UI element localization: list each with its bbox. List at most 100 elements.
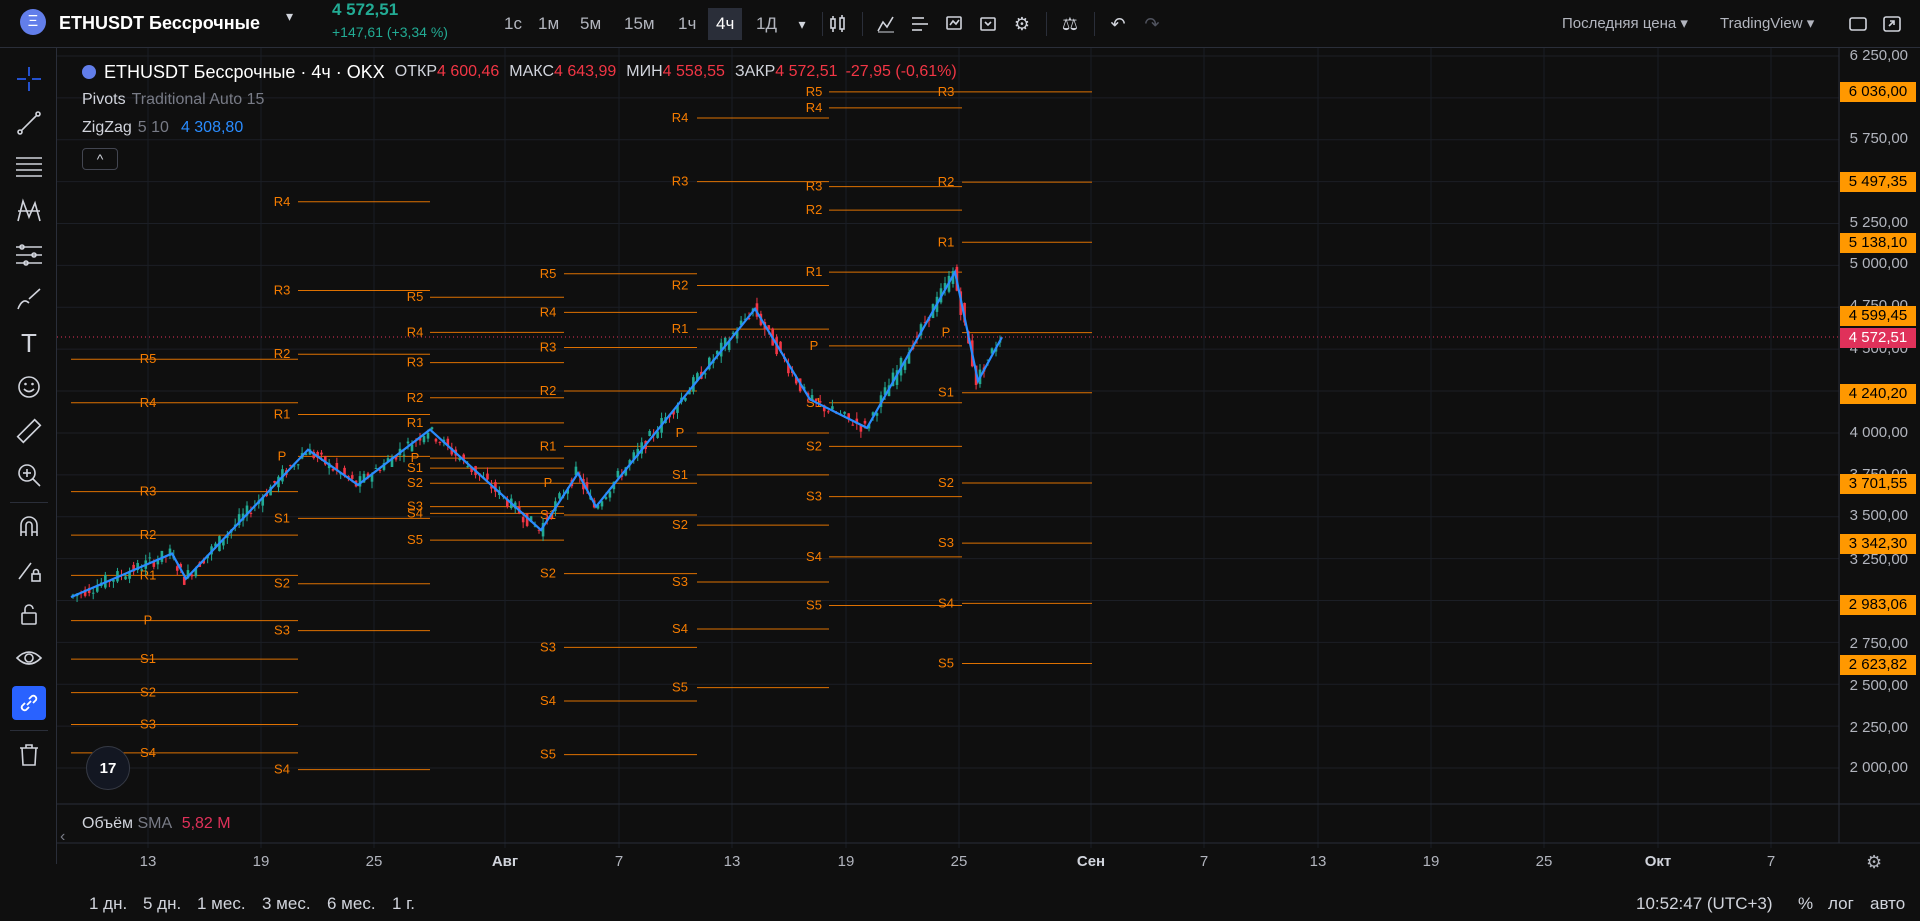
pivot-label-r1: R1	[672, 321, 689, 336]
provider-dropdown[interactable]: TradingView ▾	[1720, 8, 1814, 40]
alert-icon[interactable]	[938, 8, 970, 40]
collapse-toolbar-icon[interactable]: ‹	[60, 828, 65, 846]
pivot-label-s4: S4	[806, 549, 822, 564]
chart-canvas[interactable]: R5R4R3R2R1PS1S2S3S4R4R3R2R1PS1S2S3S4R5R4…	[57, 48, 1920, 864]
link-icon[interactable]	[12, 686, 46, 720]
range-1d[interactable]: 1 дн.	[89, 892, 127, 916]
indicators-icon[interactable]	[870, 8, 902, 40]
pivot-label-r1: R1	[806, 264, 823, 279]
symbol-search-button[interactable]: ETHUSDT Бессрочные	[59, 8, 260, 38]
pivot-label-s1: S1	[672, 467, 688, 482]
forecast-icon[interactable]	[12, 238, 46, 272]
series-title[interactable]: ETHUSDT Бессрочные · 4ч · OKX	[104, 60, 385, 84]
replay-icon[interactable]	[972, 8, 1004, 40]
candle	[558, 493, 561, 499]
candle	[426, 432, 430, 439]
pivots-legend[interactable]: Pivots Traditional Auto 15	[82, 86, 957, 114]
divider	[10, 730, 48, 731]
trash-icon[interactable]	[12, 738, 46, 772]
chart-settings-icon[interactable]: ⚙	[1866, 852, 1882, 873]
clock[interactable]: 10:52:47 (UTC+3)	[1636, 892, 1773, 916]
interval-1d[interactable]: 1Д	[748, 8, 785, 40]
range-3m[interactable]: 3 мес.	[262, 892, 311, 916]
pivot-label-r1: R1	[274, 407, 291, 422]
crosshair-icon[interactable]	[12, 62, 46, 96]
pivot-price-tag: 6 036,00	[1840, 82, 1916, 102]
brush-icon[interactable]	[12, 282, 46, 316]
zoom-in-icon[interactable]	[12, 458, 46, 492]
magnet-icon[interactable]	[12, 510, 46, 544]
pivot-label-r3: R3	[540, 340, 557, 355]
candle	[402, 454, 406, 456]
pivot-label-r2: R2	[407, 390, 424, 405]
change-value: -27,95 (-0,61%)	[845, 63, 957, 80]
auto-toggle[interactable]: авто	[1870, 892, 1905, 916]
eye-icon[interactable]	[12, 642, 46, 676]
emoji-icon[interactable]	[12, 370, 46, 404]
pivot-label-r4: R4	[540, 304, 557, 319]
pivot-label-r3: R3	[672, 174, 689, 189]
chevron-down-icon[interactable]: ▾	[286, 8, 310, 25]
zigzag-legend[interactable]: ZigZag 5 10 4 308,80	[82, 114, 957, 142]
time-tick-label: 7	[1766, 853, 1776, 870]
log-toggle[interactable]: лог	[1828, 892, 1854, 916]
candle	[843, 411, 846, 414]
price-source-dropdown[interactable]: Последняя цена ▾	[1562, 8, 1688, 40]
lock-drawing-icon[interactable]	[12, 554, 46, 588]
redo-icon[interactable]: ↷	[1136, 8, 1168, 40]
range-1y[interactable]: 1 г.	[392, 892, 415, 916]
chart-pane[interactable]: R5 R4 R3 R2 R1 P S1 S2 S3 S4 R4 R3 R2 R1 P S1 S2 S3 S4 R5 R4…	[57, 48, 1920, 864]
fullscreen-icon[interactable]	[1876, 8, 1908, 40]
pivot-label-p: P	[676, 425, 685, 440]
text-icon[interactable]: T	[12, 326, 46, 360]
undo-icon[interactable]: ↶	[1102, 8, 1134, 40]
balance-icon[interactable]: ⚖	[1054, 8, 1086, 40]
interval-1m[interactable]: 1м	[530, 8, 567, 40]
fib-icon[interactable]	[12, 150, 46, 184]
pivot-label-r1: R1	[938, 234, 955, 249]
time-tick-label: 19	[252, 853, 270, 870]
interval-5m[interactable]: 5м	[572, 8, 609, 40]
pivots-name: Pivots	[82, 91, 126, 108]
open-label: ОТКР	[394, 63, 438, 80]
pivot-price-tag: 2 983,06	[1840, 595, 1916, 615]
time-tick-label: Сен	[1076, 853, 1106, 870]
pivot-label-r4: R4	[274, 194, 291, 209]
legend-collapse-button[interactable]: ^	[82, 148, 118, 170]
settings-icon[interactable]: ⚙	[1006, 8, 1038, 40]
tradingview-logo[interactable]: 17	[86, 746, 130, 790]
high-value: 4 643,99	[554, 63, 617, 80]
volume-legend[interactable]: Объём SMA 5,82 M	[82, 812, 231, 836]
percent-toggle[interactable]: %	[1798, 892, 1813, 916]
candle	[438, 441, 442, 443]
pivot-label-s2: S2	[938, 475, 954, 490]
lock-icon[interactable]	[12, 598, 46, 632]
pivot-label-r3: R3	[140, 484, 157, 499]
templates-icon[interactable]	[904, 8, 936, 40]
pivot-label-s4: S4	[540, 693, 556, 708]
layout-icon[interactable]	[1842, 8, 1874, 40]
zigzag-value: 4 308,80	[180, 119, 244, 136]
trend-line-icon[interactable]	[12, 106, 46, 140]
pivot-label-r2: R2	[806, 202, 823, 217]
candle	[616, 470, 620, 478]
time-tick-label: 19	[837, 853, 855, 870]
interval-4h[interactable]: 4ч	[708, 8, 743, 40]
interval-1h[interactable]: 1ч	[670, 8, 704, 40]
range-6m[interactable]: 6 мес.	[327, 892, 376, 916]
pivot-label-r5: R5	[540, 266, 557, 281]
range-1m[interactable]: 1 мес.	[197, 892, 246, 916]
pivot-label-r1: R1	[540, 438, 557, 453]
pivot-label-s2: S2	[540, 566, 556, 581]
pattern-icon[interactable]	[12, 194, 46, 228]
ruler-icon[interactable]	[12, 414, 46, 448]
bar-style-icon[interactable]	[822, 8, 854, 40]
candle	[91, 592, 95, 594]
pivot-label-p: P	[278, 448, 287, 463]
interval-1s[interactable]: 1с	[496, 8, 530, 40]
range-5d[interactable]: 5 дн.	[143, 892, 181, 916]
interval-dropdown-icon[interactable]: ▾	[786, 8, 818, 40]
candle	[148, 557, 152, 559]
pivot-label-p: P	[810, 338, 819, 353]
interval-15m[interactable]: 15м	[616, 8, 663, 40]
